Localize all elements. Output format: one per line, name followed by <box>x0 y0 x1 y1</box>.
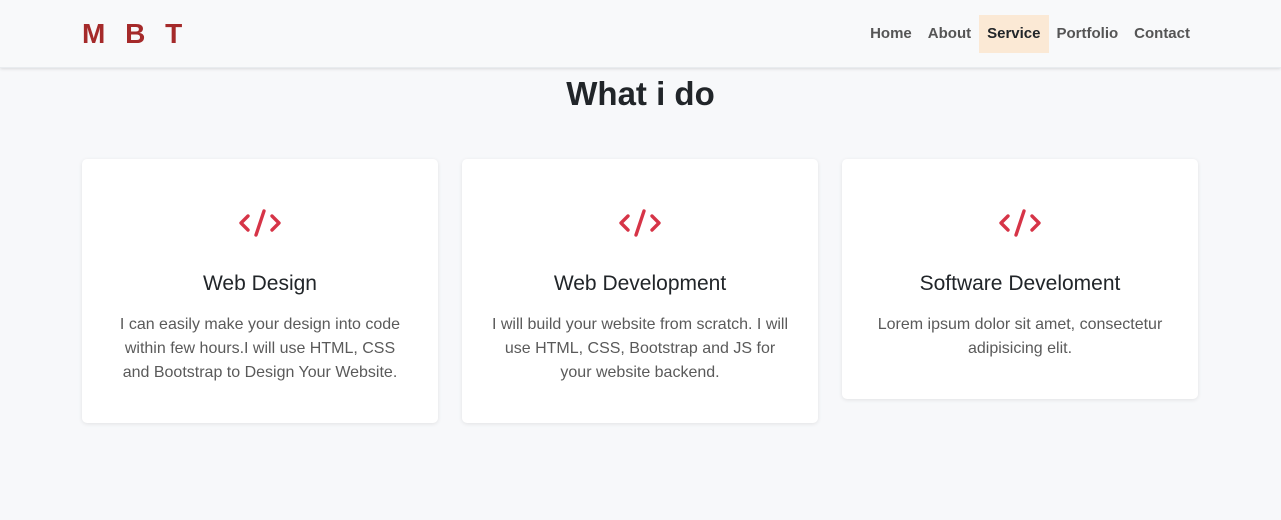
service-description: I can easily make your design into code … <box>119 316 401 381</box>
service-title: Web Design <box>202 272 317 295</box>
service-title: Web Development <box>553 272 727 295</box>
service-card-software-development: Software Develoment Lorem ipsum dolor si… <box>842 159 1198 399</box>
nav-link-service[interactable]: Service <box>979 15 1049 53</box>
brand-logo[interactable]: M B T <box>82 17 188 51</box>
section-title: What i do <box>566 75 715 112</box>
navbar: M B T Home About Service Portfolio Conta… <box>0 0 1281 68</box>
code-icon <box>239 209 281 237</box>
nav-link-home[interactable]: Home <box>862 15 920 53</box>
service-card-web-design: Web Design I can easily make your design… <box>82 159 438 423</box>
nav-link-about[interactable]: About <box>920 15 979 53</box>
nav-link-contact[interactable]: Contact <box>1126 15 1198 53</box>
code-icon <box>999 209 1041 237</box>
service-card-web-development: Web Development I will build your websit… <box>462 159 818 423</box>
service-title: Software Develoment <box>919 272 1121 295</box>
code-icon <box>619 209 661 237</box>
nav-menu: Home About Service Portfolio Contact <box>862 15 1198 53</box>
nav-link-portfolio[interactable]: Portfolio <box>1049 15 1127 53</box>
service-description: Lorem ipsum dolor sit amet, consectetur … <box>877 316 1163 357</box>
service-description: I will build your website from scratch. … <box>491 316 789 381</box>
